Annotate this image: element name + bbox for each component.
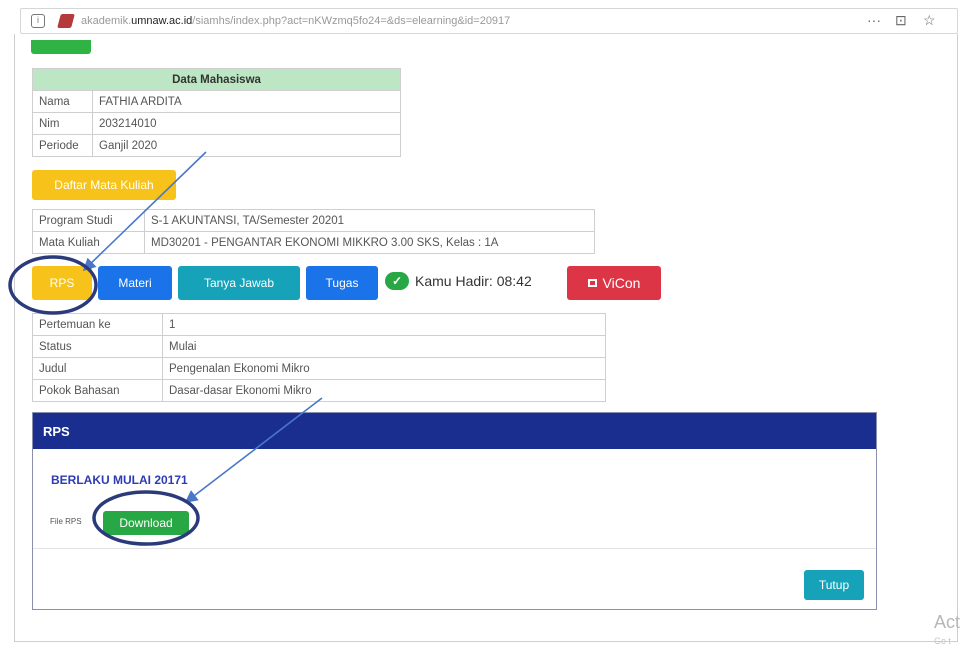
row-value: Pengenalan Ekonomi Mikro <box>162 357 606 380</box>
row-label: Judul <box>32 357 163 380</box>
row-value: Dasar-dasar Ekonomi Mikro <box>162 379 606 402</box>
rps-button[interactable]: RPS <box>32 266 92 300</box>
attendance-text: Kamu Hadir: 08:42 <box>415 273 532 289</box>
tanya-jawab-button[interactable]: Tanya Jawab <box>178 266 300 300</box>
row-value: 1 <box>162 313 606 336</box>
row-value: S-1 AKUNTANSI, TA/Semester 20201 <box>144 209 595 232</box>
tutup-button[interactable]: Tutup <box>804 570 864 600</box>
student-data-table: Data Mahasiswa Nama FATHIA ARDITA Nim 20… <box>32 68 401 157</box>
student-data-header: Data Mahasiswa <box>32 68 401 91</box>
site-favicon-icon <box>57 14 75 28</box>
table-row: Nim 203214010 <box>32 112 401 135</box>
vicon-icon <box>587 279 597 287</box>
table-row: Pokok Bahasan Dasar-dasar Ekonomi Mikro <box>32 379 606 402</box>
row-label: Status <box>32 335 163 358</box>
row-label: Program Studi <box>32 209 145 232</box>
download-button[interactable]: Download <box>103 511 189 535</box>
row-label: Nim <box>32 112 93 135</box>
url-text[interactable]: akademik.umnaw.ac.id/siamhs/index.php?ac… <box>81 15 510 27</box>
tugas-button[interactable]: Tugas <box>306 266 378 300</box>
row-label: Pertemuan ke <box>32 313 163 336</box>
page-actions-icon[interactable]: ··· <box>867 12 881 28</box>
table-row: Status Mulai <box>32 335 606 358</box>
row-label: Nama <box>32 90 93 113</box>
file-rps-label: File RPS <box>50 517 82 526</box>
materi-button[interactable]: Materi <box>98 266 172 300</box>
pocket-icon[interactable]: ⊡ <box>895 12 907 29</box>
row-value: 203214010 <box>92 112 401 135</box>
row-label: Mata Kuliah <box>32 231 145 254</box>
course-info-table: Program Studi S-1 AKUNTANSI, TA/Semester… <box>32 209 595 254</box>
top-green-button[interactable] <box>31 40 91 54</box>
modal-divider <box>33 548 876 549</box>
page-info-icon[interactable]: i <box>31 14 45 28</box>
address-bar[interactable]: i akademik.umnaw.ac.id/siamhs/index.php?… <box>20 8 958 34</box>
table-row: Mata Kuliah MD30201 - PENGANTAR EKONOMI … <box>32 231 595 254</box>
vicon-button[interactable]: ViCon <box>567 266 661 300</box>
row-value: Mulai <box>162 335 606 358</box>
table-row: Periode Ganjil 2020 <box>32 134 401 157</box>
row-value: MD30201 - PENGANTAR EKONOMI MIKKRO 3.00 … <box>144 231 595 254</box>
row-label: Periode <box>32 134 93 157</box>
table-row: Program Studi S-1 AKUNTANSI, TA/Semester… <box>32 209 595 232</box>
activate-windows-watermark: Act <box>934 612 961 632</box>
modal-subtitle: BERLAKU MULAI 20171 <box>51 473 188 487</box>
table-row: Pertemuan ke 1 <box>32 313 606 336</box>
daftar-mata-kuliah-button[interactable]: Daftar Mata Kuliah <box>32 170 176 200</box>
modal-title: RPS <box>33 413 876 449</box>
attendance-status: ✓ Kamu Hadir: 08:42 <box>385 272 532 290</box>
bookmark-star-icon[interactable]: ☆ <box>923 12 936 29</box>
table-row: Judul Pengenalan Ekonomi Mikro <box>32 357 606 380</box>
row-value: FATHIA ARDITA <box>92 90 401 113</box>
activate-windows-subtext: Go t <box>934 636 952 646</box>
vicon-label: ViCon <box>602 275 641 291</box>
meeting-info-table: Pertemuan ke 1 Status Mulai Judul Pengen… <box>32 313 606 402</box>
row-value: Ganjil 2020 <box>92 134 401 157</box>
check-icon: ✓ <box>385 272 409 290</box>
rps-modal: RPS BERLAKU MULAI 20171 File RPS Downloa… <box>32 412 877 610</box>
table-row: Nama FATHIA ARDITA <box>32 90 401 113</box>
row-label: Pokok Bahasan <box>32 379 163 402</box>
